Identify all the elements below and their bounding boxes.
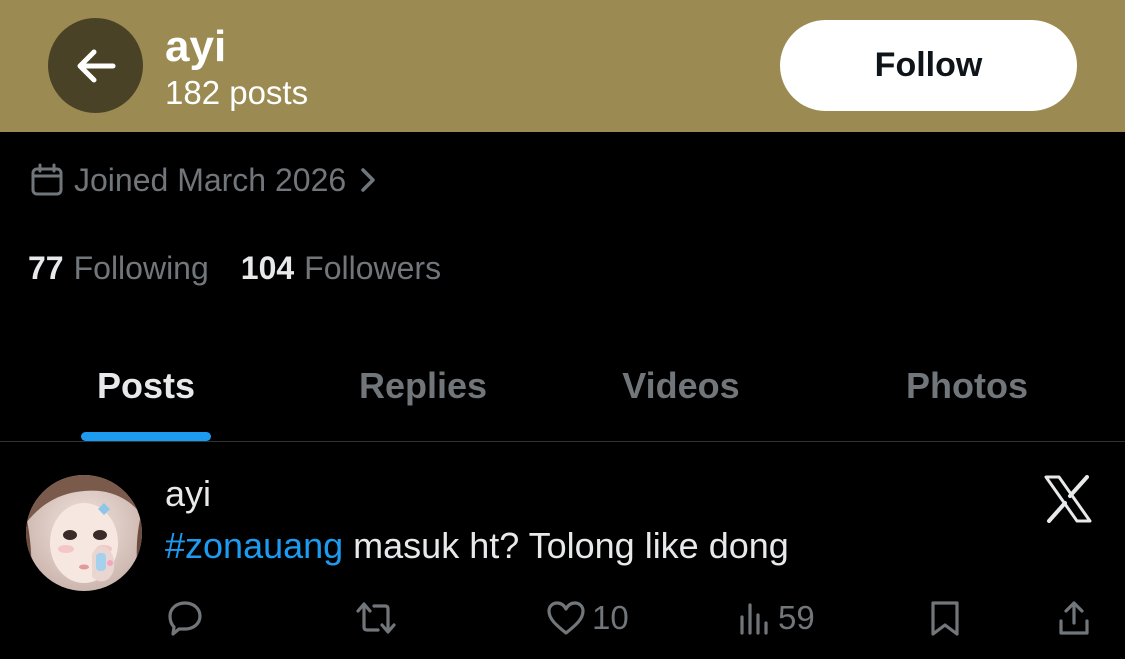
- like-count: 10: [592, 599, 629, 636]
- post-author[interactable]: ayi: [165, 472, 211, 516]
- share-icon: [1057, 599, 1091, 637]
- tabs-divider: [0, 441, 1125, 442]
- reply-button[interactable]: [166, 596, 204, 640]
- joined-text: Joined March 2026: [74, 161, 347, 198]
- reply-icon: [166, 599, 204, 637]
- x-logo-icon: [1042, 474, 1094, 524]
- header-post-count: 182 posts: [165, 74, 309, 111]
- repost-icon: [356, 599, 396, 637]
- avatar[interactable]: [26, 475, 142, 591]
- followers-count: 104: [240, 249, 295, 286]
- post-body: masuk ht? Tolong like dong: [343, 525, 789, 566]
- post-text: #zonauang masuk ht? Tolong like dong: [165, 524, 789, 568]
- chevron-right-icon: [360, 167, 376, 193]
- arrow-left-icon: [75, 48, 117, 84]
- header-username: ayi: [165, 22, 227, 71]
- share-button[interactable]: [1057, 596, 1091, 640]
- calendar-icon: [30, 163, 64, 197]
- tab-replies[interactable]: Replies: [313, 330, 533, 442]
- tab-videos[interactable]: Videos: [571, 330, 791, 442]
- follow-button[interactable]: Follow: [780, 20, 1077, 111]
- views-button[interactable]: 59: [738, 596, 815, 640]
- profile-page: ayi 182 posts Follow Joined March 2026 7…: [0, 0, 1125, 659]
- followers-label: Followers: [304, 249, 442, 286]
- views-count: 59: [778, 599, 815, 636]
- heart-icon: [546, 600, 586, 636]
- repost-button[interactable]: [356, 596, 396, 640]
- following-count: 77: [28, 249, 64, 286]
- active-tab-indicator: [81, 432, 211, 441]
- joined-date[interactable]: Joined March 2026: [30, 160, 376, 200]
- bookmark-button[interactable]: [928, 596, 962, 640]
- following-label: Following: [73, 249, 209, 286]
- followers-link[interactable]: 104 Followers: [241, 250, 441, 287]
- profile-tabs: Posts Replies Videos Photos: [0, 330, 1125, 442]
- following-link[interactable]: 77 Following: [28, 250, 209, 287]
- views-icon: [738, 601, 772, 635]
- post-hashtag[interactable]: #zonauang: [165, 525, 343, 566]
- tab-photos[interactable]: Photos: [857, 330, 1077, 442]
- tab-posts[interactable]: Posts: [36, 330, 256, 442]
- back-button[interactable]: [48, 18, 143, 113]
- bookmark-icon: [928, 599, 962, 637]
- profile-header: ayi 182 posts Follow: [0, 0, 1125, 132]
- like-button[interactable]: 10: [546, 596, 629, 640]
- follow-counts: 77 Following 104 Followers: [28, 248, 441, 288]
